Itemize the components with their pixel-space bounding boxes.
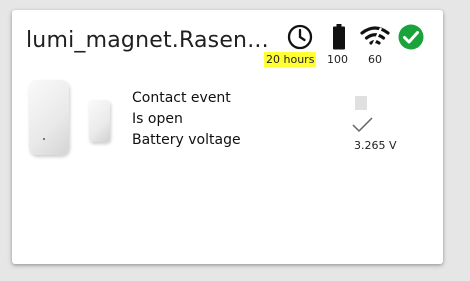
device-title[interactable]: lumi_magnet.Rasen... [26,28,269,53]
last-seen-value: 20 hours [264,52,317,67]
label-battery-voltage: Battery voltage [132,132,241,148]
device-card[interactable]: lumi_magnet.Rasen... 20 hours 100 60 Con… [12,10,443,264]
contact-event-indicator [355,96,367,110]
wifi-signal-icon [360,24,390,54]
label-is-open: Is open [132,111,183,127]
battery-voltage-value: 3.265 V [354,139,397,152]
battery-icon [332,24,346,54]
device-image-sensor [29,80,69,155]
label-contact-event: Contact event [132,90,231,106]
clock-icon [287,24,313,54]
device-image-magnet [89,100,110,142]
checkmark-icon [352,117,374,137]
battery-value: 100 [327,53,348,66]
signal-value: 60 [368,53,382,66]
check-circle-icon [398,24,424,54]
